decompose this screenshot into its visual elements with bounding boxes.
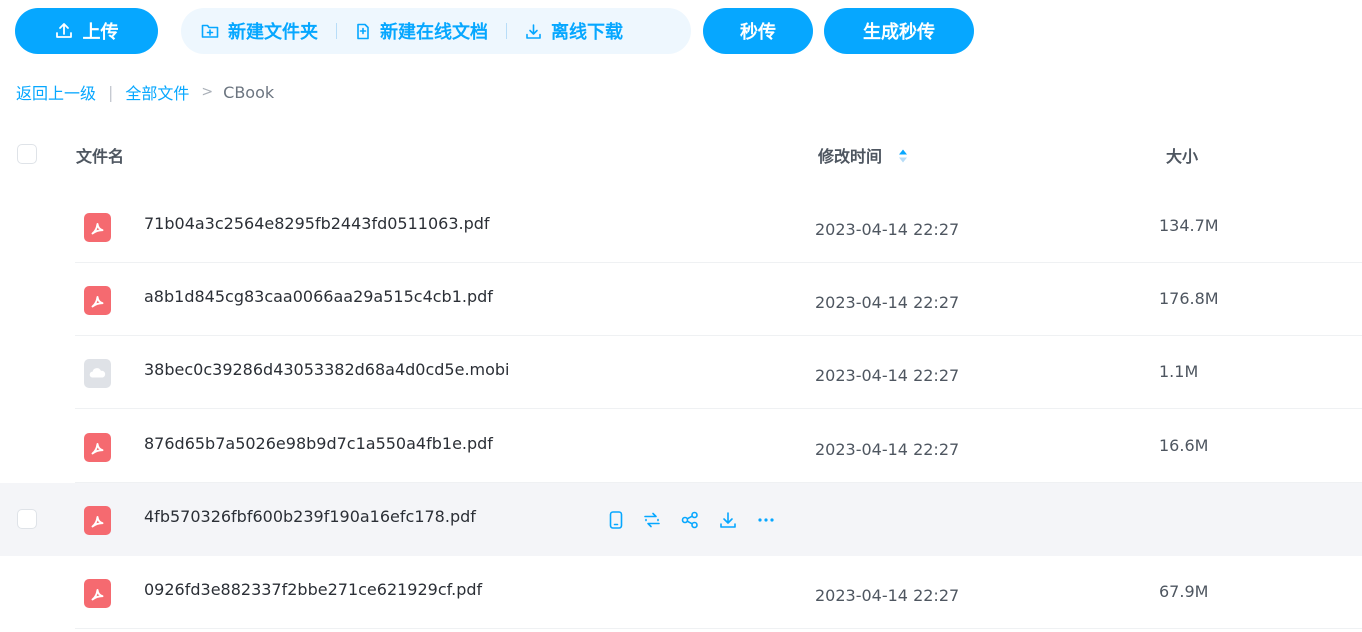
column-header-name[interactable]: 文件名 [76, 143, 124, 167]
table-header: 文件名 修改时间 大小 [0, 128, 1362, 180]
chevron-right-icon: > [201, 84, 214, 100]
pdf-icon [84, 579, 111, 608]
file-size: 16.6M [1159, 435, 1209, 455]
new-folder-button[interactable]: 新建文件夹 [201, 18, 318, 44]
file-modified-time: 2023-04-14 22:27 [815, 586, 960, 605]
table-row[interactable]: 4fb570326fbf600b239f190a16efc178.pdf [0, 482, 1362, 556]
download-icon [526, 23, 541, 39]
sort-icon[interactable] [898, 148, 908, 164]
select-all-checkbox[interactable] [17, 144, 37, 164]
file-name[interactable]: 71b04a3c2564e8295fb2443fd0511063.pdf [144, 214, 490, 233]
row-checkbox[interactable] [17, 508, 37, 529]
file-modified-time: 2023-04-14 22:27 [815, 366, 960, 386]
divider [506, 23, 507, 39]
table-row[interactable]: 71b04a3c2564e8295fb2443fd0511063.pdf 2023… [0, 190, 1362, 263]
miaochuan-button[interactable]: 秒传 [703, 8, 813, 54]
offline-download-button[interactable]: 离线下载 [525, 18, 623, 44]
breadcrumb-divider: | [108, 82, 114, 102]
new-doc-icon [357, 23, 369, 39]
new-folder-label: 新建文件夹 [228, 22, 318, 43]
upload-icon [55, 23, 72, 38]
new-online-doc-label: 新建在线文档 [380, 22, 488, 43]
offline-download-label: 离线下载 [551, 22, 623, 43]
row-divider [75, 628, 1362, 629]
generate-miaochuan-button[interactable]: 生成秒传 [824, 8, 974, 54]
table-row[interactable]: 0926fd3e882337f2bbe271ce621929cf.pdf 2023… [0, 556, 1362, 629]
file-size: 176.8M [1159, 289, 1219, 309]
upload-button[interactable]: 上传 [15, 8, 158, 54]
download-icon[interactable] [719, 511, 737, 529]
file-name[interactable]: 38bec0c39286d43053382d68a4d0cd5e.mobi [144, 360, 510, 379]
back-link[interactable]: 返回上一级 [16, 80, 96, 104]
miaochuan-label: 秒传 [740, 22, 776, 43]
file-size: 134.7M [1159, 216, 1219, 235]
more-icon[interactable] [757, 517, 775, 523]
toolbar: 上传 新建文件夹 新建在线文档 离线下载 秒传 生成秒传 [15, 8, 974, 54]
file-modified-time: 2023-04-14 22:27 [815, 439, 960, 459]
new-folder-icon [201, 24, 219, 38]
file-name[interactable]: 0926fd3e882337f2bbe271ce621929cf.pdf [144, 580, 482, 599]
upload-label: 上传 [82, 22, 119, 43]
file-name[interactable]: 4fb570326fbf600b239f190a16efc178.pdf [144, 507, 476, 526]
file-modified-time: 2023-04-14 22:27 [815, 293, 960, 313]
file-name[interactable]: 876d65b7a5026e98b9d7c1a550a4fb1e.pdf [144, 434, 493, 453]
table-row[interactable]: a8b1d845cg83caa0066aa29a515c4cb1.pdf 2023… [0, 263, 1362, 337]
current-folder: CBook [223, 82, 275, 102]
share-icon[interactable] [681, 511, 699, 529]
breadcrumb: 返回上一级 | 全部文件 > CBook [16, 80, 274, 104]
generate-miaochuan-label: 生成秒传 [863, 22, 935, 43]
pdf-icon [84, 286, 111, 316]
table-row[interactable]: 38bec0c39286d43053382d68a4d0cd5e.mobi 202… [0, 336, 1362, 410]
file-size: 67.9M [1159, 582, 1209, 601]
all-files-link[interactable]: 全部文件 [125, 80, 189, 104]
convert-icon[interactable] [643, 511, 661, 529]
pdf-icon [84, 505, 111, 535]
pdf-icon [84, 213, 111, 242]
row-actions [609, 510, 795, 529]
unknown-file-icon [84, 359, 111, 389]
action-group: 新建文件夹 新建在线文档 离线下载 [181, 8, 691, 54]
file-modified-time: 2023-04-14 22:27 [815, 220, 960, 239]
file-name[interactable]: a8b1d845cg83caa0066aa29a515c4cb1.pdf [144, 287, 493, 306]
new-online-doc-button[interactable]: 新建在线文档 [355, 18, 488, 44]
pdf-icon [84, 432, 111, 462]
phone-icon[interactable] [609, 510, 623, 529]
divider [336, 23, 337, 39]
table-row[interactable]: 876d65b7a5026e98b9d7c1a550a4fb1e.pdf 2023… [0, 410, 1362, 483]
column-header-modified-label: 修改时间 [818, 147, 883, 166]
file-size: 1.1M [1159, 362, 1199, 382]
column-header-size[interactable]: 大小 [1166, 143, 1198, 167]
column-header-modified[interactable]: 修改时间 [818, 143, 908, 167]
